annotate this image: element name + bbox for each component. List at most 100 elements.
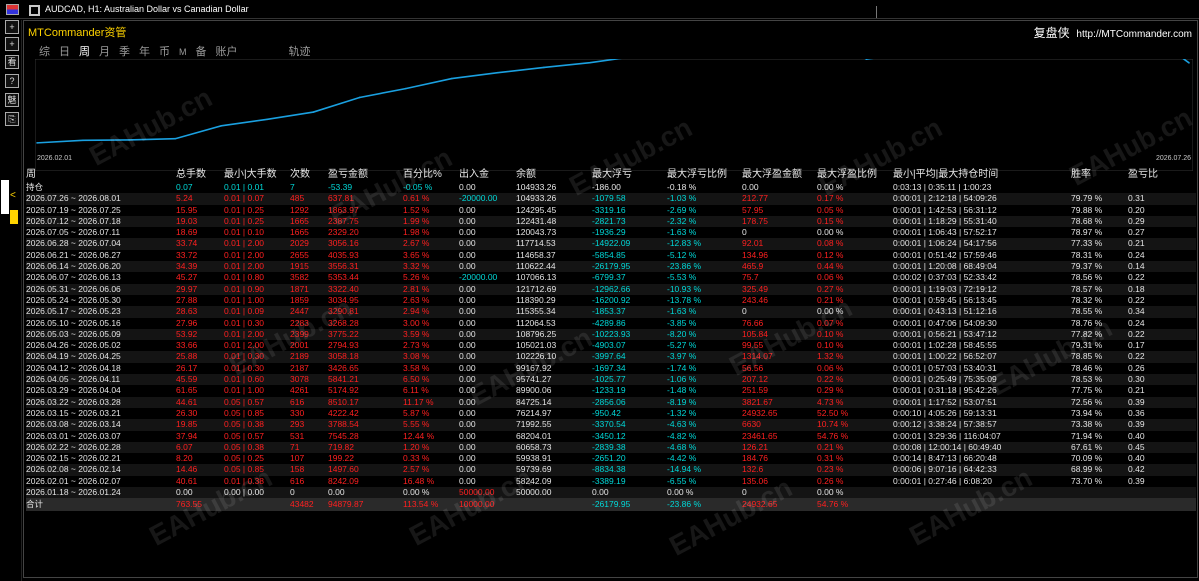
table-row[interactable]: 2026.06.14 ~ 2026.06.20 34.39 0.01 | 2.00 1… <box>26 261 1196 273</box>
crosshair-marker <box>876 6 877 18</box>
theme-icon[interactable]: 魅 <box>5 93 19 107</box>
table-row[interactable]: 2026.02.01 ~ 2026.02.07 40.61 0.01 | 0.38 6… <box>26 476 1196 487</box>
cell-col-4: -53.39 <box>328 182 353 192</box>
cell-col-4: 3788.54 <box>328 419 359 430</box>
cell-col-4: 3290.81 <box>328 306 359 317</box>
cell-col-2: 0.01 | 2.00 <box>224 328 265 339</box>
cell-col-6: 0.00 <box>459 249 476 260</box>
table-row[interactable]: 2026.02.08 ~ 2026.02.14 14.46 0.05 | 0.85 1… <box>26 464 1196 476</box>
cell-col-9: -1.03 % <box>667 193 697 204</box>
table-row[interactable]: 2026.04.05 ~ 2026.04.11 45.59 0.01 | 0.60 3… <box>26 374 1196 386</box>
table-row[interactable]: 2026.03.08 ~ 2026.03.14 19.85 0.05 | 0.38 2… <box>26 419 1196 431</box>
tab-6[interactable]: 币 <box>159 43 170 59</box>
table-row[interactable]: 2026.03.15 ~ 2026.03.21 26.30 0.05 | 0.85 3… <box>26 408 1196 419</box>
cell-col-12: 0:00:02 | 0:37:03 | 52:33:42 <box>893 272 997 283</box>
brand-url[interactable]: http://MTCommander.com <box>1076 29 1192 40</box>
side-handle[interactable] <box>10 210 18 224</box>
cell-col-0: 2026.03.08 ~ 2026.03.14 <box>26 419 121 430</box>
table-row[interactable]: 2026.05.24 ~ 2026.05.30 27.88 0.01 | 1.00 1… <box>26 295 1196 306</box>
table-row[interactable]: 2026.04.19 ~ 2026.04.25 25.88 0.01 | 0.30 2… <box>26 351 1196 363</box>
table-row[interactable]: 2026.06.07 ~ 2026.06.13 45.27 0.01 | 0.80 3… <box>26 272 1196 283</box>
cell-col-6: 出入金 <box>459 169 489 180</box>
cell-col-0: 2026.02.08 ~ 2026.02.14 <box>26 464 121 475</box>
cell-col-13: 79.37 % <box>1071 261 1103 272</box>
cell-col-5: 113.54 % <box>403 499 439 510</box>
tab-1[interactable]: 日 <box>59 43 70 59</box>
cell-col-6: 0.00 <box>459 351 476 362</box>
cell-col-6: 0.00 <box>459 374 476 385</box>
cell-col-12: 0:00:01 | 0:25:49 | 75:35:09 <box>893 374 997 385</box>
tab-10[interactable]: 轨迹 <box>289 43 311 59</box>
cell-col-14: 0.29 <box>1128 215 1145 226</box>
cell-col-9: 最大浮亏比例 <box>667 169 727 180</box>
cell-col-9: -3.85 % <box>667 317 697 328</box>
cell-col-5: 5.26 % <box>403 272 430 283</box>
cell-col-14: 0.26 <box>1128 362 1145 373</box>
cell-col-5: 2.57 % <box>403 464 430 475</box>
table-row[interactable]: 2026.06.21 ~ 2026.06.27 33.72 0.01 | 2.00 2… <box>26 250 1196 261</box>
tab-2[interactable]: 周 <box>79 43 90 59</box>
cell-col-14: 0.27 <box>1128 227 1145 238</box>
table-row[interactable]: 2026.05.03 ~ 2026.05.09 53.92 0.01 | 2.00 2… <box>26 328 1196 341</box>
tab-7[interactable]: M <box>179 47 187 57</box>
table-row[interactable]: 2026.03.22 ~ 2026.03.28 44.61 0.05 | 0.57 6… <box>26 396 1196 408</box>
table-row[interactable]: 2026.02.15 ~ 2026.02.21 8.20 0.05 | 0.25 10… <box>26 453 1196 464</box>
table-row[interactable]: 2026.01.18 ~ 2026.01.24 0.00 0.00 | 0.00 0 0… <box>26 487 1196 499</box>
cell-col-3: 616 <box>290 396 305 407</box>
cell-col-4: 3556.31 <box>328 261 359 272</box>
cell-col-11: 54.76 % <box>817 430 849 441</box>
table-row[interactable]: 2026.04.26 ~ 2026.05.02 33.66 0.01 | 2.00 2… <box>26 340 1196 351</box>
table-row[interactable]: 2026.05.17 ~ 2026.05.23 28.63 0.01 | 0.09 2… <box>26 306 1196 318</box>
tab-9[interactable]: 账户 <box>216 43 238 59</box>
cell-col-1: 45.27 <box>176 272 198 283</box>
table-row[interactable]: 2026.07.12 ~ 2026.07.18 19.03 0.01 | 0.25 1… <box>26 215 1196 228</box>
cell-col-1: 18.69 <box>176 227 198 238</box>
table-row[interactable]: 2026.03.01 ~ 2026.03.07 37.94 0.05 | 0.57 5… <box>26 431 1196 442</box>
brand-link[interactable]: 复盘侠 http://MTCommander.com <box>1034 24 1192 41</box>
table-row[interactable]: 2026.02.22 ~ 2026.02.28 6.07 0.05 | 0.38 71… <box>26 441 1196 454</box>
cell-col-10: 207.12 <box>742 374 768 385</box>
cell-col-2: 0.05 | 0.38 <box>224 441 265 452</box>
copy-icon[interactable]: ⎘ <box>5 112 19 126</box>
tab-4[interactable]: 季 <box>119 43 130 59</box>
cell-col-4: 3058.18 <box>328 351 359 362</box>
cell-col-8: -10223.93 <box>592 328 631 339</box>
side-collapse-tab[interactable] <box>1 180 9 214</box>
cell-col-9: -1.48 % <box>667 385 697 396</box>
cell-col-9: -2.69 % <box>667 204 697 215</box>
cell-col-5: 0.33 % <box>403 453 430 464</box>
tab-5[interactable]: 年 <box>139 43 150 59</box>
cell-col-8: -1025.77 <box>592 374 626 385</box>
view-icon[interactable]: 看 <box>5 55 19 69</box>
cell-col-1: 44.61 <box>176 396 198 407</box>
cell-col-12: 最小|平均|最大持仓时间 <box>893 169 999 180</box>
tab-0[interactable]: 综 <box>39 43 50 59</box>
cell-col-10: 126.21 <box>742 441 768 452</box>
table-row[interactable]: 2026.06.28 ~ 2026.07.04 33.74 0.01 | 2.00 2… <box>26 238 1196 250</box>
chart-window-icon[interactable] <box>29 5 40 16</box>
cell-col-4: 2794.93 <box>328 340 359 351</box>
cell-col-3: 7 <box>290 182 295 192</box>
tab-3[interactable]: 月 <box>99 43 110 59</box>
table-row[interactable]: 2026.03.29 ~ 2026.04.04 61.65 0.01 | 1.00 4… <box>26 385 1196 396</box>
cell-col-14: 0.21 <box>1128 385 1145 396</box>
help-icon[interactable]: ? <box>5 74 19 88</box>
cell-col-4: 199.22 <box>328 453 354 464</box>
tab-8[interactable]: 备 <box>196 43 207 59</box>
table-row[interactable]: 2026.05.10 ~ 2026.05.16 27.96 0.01 | 0.30 2… <box>26 318 1196 329</box>
table-row[interactable]: 2026.04.12 ~ 2026.04.18 26.17 0.01 | 0.30 2… <box>26 363 1196 374</box>
table-row[interactable]: 2026.07.19 ~ 2026.07.25 15.95 0.01 | 0.25 1… <box>26 205 1196 216</box>
cell-col-4: 3268.28 <box>328 317 359 328</box>
collapse-arrow-icon[interactable]: < <box>10 190 16 201</box>
cell-col-8: -2651.20 <box>592 453 626 464</box>
cell-col-9: -4.63 % <box>667 419 697 430</box>
table-row[interactable]: 2026.07.26 ~ 2026.08.01 5.24 0.01 | 0.07 48… <box>26 193 1196 205</box>
app-flag-icon[interactable] <box>6 4 19 15</box>
table-row[interactable]: 2026.07.05 ~ 2026.07.11 18.69 0.01 | 0.10 1… <box>26 227 1196 238</box>
plus-icon[interactable]: + <box>5 20 19 34</box>
plus-icon[interactable]: + <box>5 37 19 51</box>
table-row[interactable]: 2026.05.31 ~ 2026.06.06 29.97 0.01 | 0.90 1… <box>26 283 1196 295</box>
cell-col-6: 0.00 <box>459 453 476 464</box>
cell-col-13: 73.70 % <box>1071 475 1103 486</box>
cell-col-2: 0.01 | 0.90 <box>224 283 265 294</box>
